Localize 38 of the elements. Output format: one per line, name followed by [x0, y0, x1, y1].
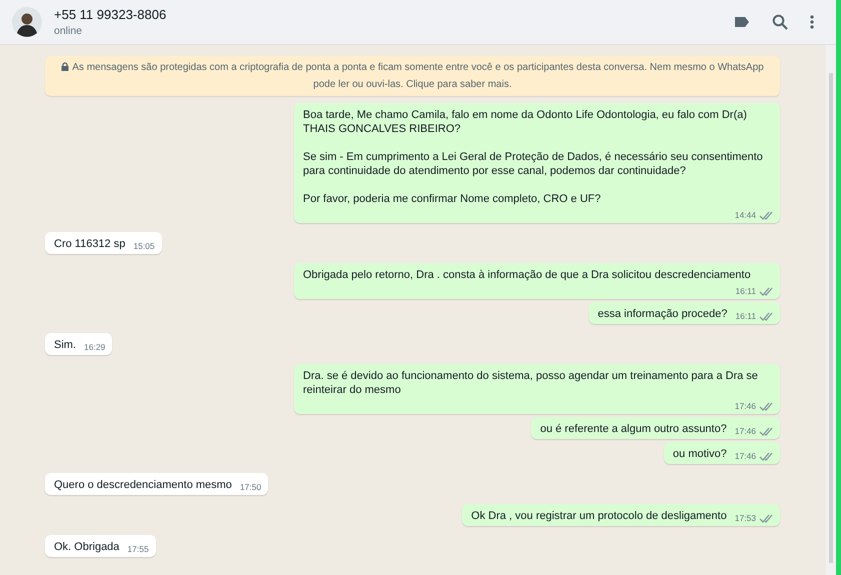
message-time: 17:53 [734, 513, 756, 523]
double-check-icon [759, 210, 773, 220]
message-time: 17:55 [127, 544, 149, 554]
double-check-icon [759, 402, 773, 410]
message-text: ou é referente a algum outro assunto? [540, 422, 727, 436]
message-time: 16:29 [84, 342, 106, 352]
message-time: 17:46 [734, 401, 756, 411]
label-icon[interactable] [734, 16, 750, 28]
message-time: 17:50 [240, 482, 262, 492]
avatar[interactable] [12, 7, 42, 37]
message-time: 17:46 [734, 451, 756, 461]
message-text: Obrigada pelo retorno, Dra . consta à informação de que a Dra solicitou descredenciamento [303, 268, 751, 282]
message-text: Ok Dra , vou registrar um protocolo de desligamento [471, 509, 727, 523]
message-time: 15:05 [133, 241, 155, 251]
message-text: Boa tarde, Me chamo Camila, falo em nome da Odonto Life Odontologia, eu falo com Dr(a) THAIS GONCALVES RIBEIRO? Se sim - Em cumprimento a Lei Geral de Proteção de Dados, é necessário seu consentimento para continuidade do atendimento por esse canal, podemos dar continuidade? Por favor, poderia me confirmar Nome completo, CRO e UF? [303, 108, 764, 206]
message-text: Sim. [54, 338, 76, 352]
message-time: 14:44 [734, 210, 756, 220]
search-icon[interactable] [772, 14, 788, 30]
message-time: 16:11 [735, 286, 756, 296]
double-check-icon [759, 452, 773, 460]
menu-icon[interactable] [810, 15, 814, 29]
double-check-icon [759, 312, 773, 320]
contact-name: +55 11 99323-8806 [54, 7, 168, 22]
lock-icon [61, 62, 70, 71]
message-time: 17:46 [734, 426, 756, 436]
message-text: Quero o descredenciamento mesmo [54, 478, 232, 492]
double-check-icon [759, 286, 773, 296]
contact-status: online [54, 25, 84, 37]
encryption-notice[interactable]: As mensagens são protegidas com a criptografia de ponta a ponta e ficam somente entre você e os participantes desta conversa. Nem mesmo o WhatsApp pode ler ou ouvi-las. Clique para saber mais. [45, 56, 780, 96]
message-text: essa informação procede? [598, 307, 728, 321]
message-text: Cro 116312 sp [54, 237, 126, 251]
message-text: Dra. se é devido ao funcionamento do sistema, posso agendar um treinamento para a Dra se reinteirar do mesmo [303, 369, 759, 397]
scrollbar[interactable] [829, 73, 833, 563]
double-check-icon [759, 426, 773, 436]
double-check-icon [759, 514, 773, 522]
message-time: 16:11 [735, 311, 756, 321]
message-text: ou motivo? [672, 447, 727, 461]
message-text: Ok. Obrigada [54, 540, 120, 554]
